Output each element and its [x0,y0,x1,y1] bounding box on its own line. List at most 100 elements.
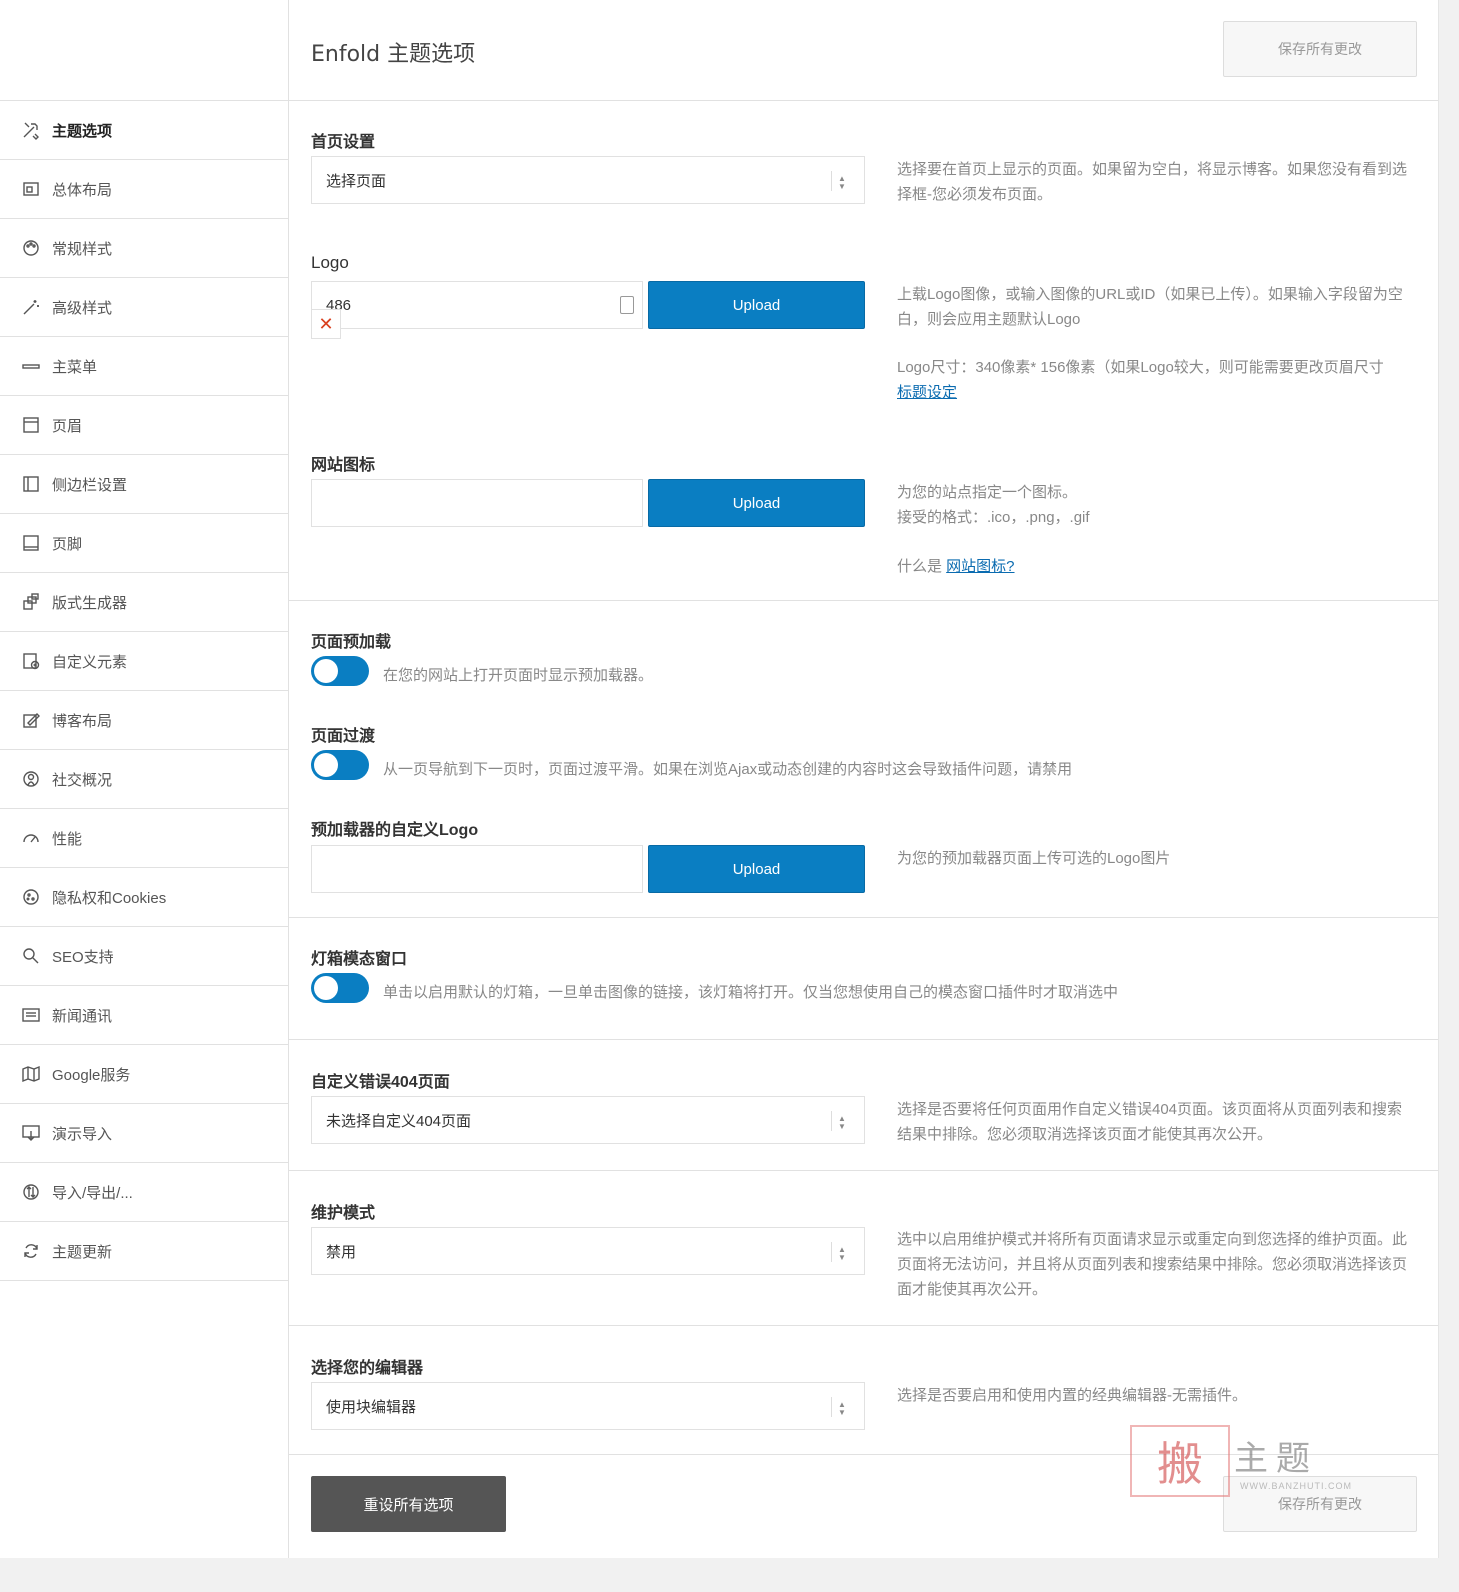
preloader-toggle[interactable] [311,656,369,686]
cookie-icon [20,886,42,908]
tools-icon [20,119,42,141]
frontpage-select[interactable]: 选择页面 ▲ ▼ [311,156,865,204]
sidebar-item-label: 导入/导出/... [52,1184,133,1202]
error404-select[interactable]: 未选择自定义404页面 ▲ ▼ [311,1096,865,1144]
favicon-label: 网站图标 [311,457,376,474]
sidebar-item-label: 性能 [52,830,83,848]
editor-label: 选择您的编辑器 [311,1360,424,1377]
preloader-logo-desc: 为您的预加载器页面上传可选的Logo图片 [897,850,1171,867]
sidebar-item-label: 常规样式 [52,240,113,258]
menu-bar-icon [20,355,42,377]
reset-all-button[interactable]: 重设所有选项 [311,1476,506,1532]
favicon-desc-3: 什么是 网站图标? [897,554,1417,579]
frontpage-desc: 选择要在首页上显示的页面。如果留为空白，将显示博客。如果您没有看到选择框-您必须… [897,161,1408,203]
sidebar-item-label: 演示导入 [52,1125,113,1143]
sidebar-item-label: 主题更新 [52,1243,113,1261]
editor-select[interactable]: 使用块编辑器 ▲ ▼ [311,1382,865,1430]
favicon-input[interactable] [311,479,643,527]
sidebar-item[interactable]: Google服务 [0,1045,288,1104]
toggle-knob [314,659,338,683]
sidebar-item[interactable]: 高级样式 [0,278,288,337]
sidebar-nav: 主题选项总体布局常规样式高级样式 主菜单 页眉侧边栏设置页脚版式生成器自定义元素博客… [0,101,288,1281]
sidebar-item[interactable]: 页眉 [0,396,288,455]
sidebar-item-label: 总体布局 [52,181,113,199]
sidebar-item[interactable]: SEO支持 [0,927,288,986]
watermark-url: WWW.BANZHUTI.COM [1240,1481,1352,1491]
layout-icon [20,178,42,200]
sidebar-item[interactable]: 自定义元素 [0,632,288,691]
palette-icon [20,237,42,259]
blog-icon [20,709,42,731]
lightbox-label: 灯箱模态窗口 [311,951,408,968]
magic-wand-icon [20,296,42,318]
transition-toggle[interactable] [311,750,369,780]
gauge-icon [20,827,42,849]
sidebar-item[interactable]: 新闻通讯 [0,986,288,1045]
sidebar-item[interactable]: 常规样式 [0,219,288,278]
sidebar-item-label: 页脚 [52,535,83,553]
sidebar-item-label: Google服务 [52,1066,131,1084]
select-arrows-icon: ▲ ▼ [831,1242,852,1262]
favicon-upload-button[interactable]: Upload [648,479,865,527]
watermark-text: 主题 [1234,1439,1318,1479]
sidebar-item-label: 博客布局 [52,712,113,730]
favicon-link[interactable]: 网站图标? [946,558,1014,575]
import-export-icon [20,1181,42,1203]
sidebar-item[interactable]: 主题更新 [0,1222,288,1281]
section-maintenance: 维护模式 禁用 ▲ ▼ 选中以启用维护模式并将所有页面请求显示或重定向到您选择的维… [289,1171,1438,1326]
frontpage-select-value: 选择页面 [326,172,387,190]
page-header: Enfold 主题选项 保存所有更改 [289,0,1438,101]
sidebar-item[interactable]: 博客布局 [0,691,288,750]
transition-label: 页面过渡 [311,728,376,745]
select-arrows-icon: ▲ ▼ [831,1111,852,1131]
sidebar-item-label: 侧边栏设置 [52,476,128,494]
logo-link-wrap: 标题设定 [897,380,1417,405]
sidebar-item[interactable]: 性能 [0,809,288,868]
save-all-button-top[interactable]: 保存所有更改 [1223,21,1417,77]
app-window: 主题选项总体布局常规样式高级样式 主菜单 页眉侧边栏设置页脚版式生成器自定义元素博客… [0,0,1439,1558]
sidebar-item[interactable]: 页脚 [0,514,288,573]
watermark-mark: 搬 [1130,1425,1230,1497]
maintenance-desc: 选中以启用维护模式并将所有页面请求显示或重定向到您选择的维护页面。此页面将无法访… [897,1231,1408,1298]
section-basic: 首页设置 选择页面 ▲ ▼ 选择要在首页上显示的页面。如果留为空白，将显示博客。如… [289,101,1438,601]
sidebar-item[interactable]: 隐私权和Cookies [0,868,288,927]
logo-label: Logo [311,253,349,272]
toggle-knob [314,976,338,1000]
sidebar-logo-area [0,0,288,101]
sidebar-item[interactable]: 导入/导出/... [0,1163,288,1222]
logo-upload-button[interactable]: Upload [648,281,865,329]
frontpage-label: 首页设置 [311,134,376,151]
map-icon [20,1063,42,1085]
logo-desc: 上载Logo图像，或输入图像的URL或ID（如果已上传）。如果输入字段留为空白，… [897,282,1417,405]
logo-input[interactable]: 486 [311,281,643,329]
sidebar-item-label: 版式生成器 [52,594,128,612]
maintenance-select[interactable]: 禁用 ▲ ▼ [311,1227,865,1275]
favicon-desc-2: 接受的格式：.ico，.png，.gif [897,509,1090,526]
sidebar-item-label: 自定义元素 [52,653,128,671]
sidebar-item[interactable]: 版式生成器 [0,573,288,632]
error404-desc: 选择是否要将任何页面用作自定义错误404页面。该页面将从页面列表和搜索结果中排除… [897,1101,1403,1143]
header-settings-link[interactable]: 标题设定 [897,384,957,401]
editor-select-value: 使用块编辑器 [326,1398,417,1416]
sidebar-item[interactable]: 演示导入 [0,1104,288,1163]
sidebar-item-label: 社交概况 [52,771,113,789]
section-preloader: 页面预加载 在您的网站上打开页面时显示预加载器。 页面过渡 从一页导航到下一页时… [289,601,1438,918]
watermark-logo: 搬 主题 WWW.BANZHUTI.COM [1130,1425,1360,1497]
lightbox-toggle[interactable] [311,973,369,1003]
header-icon [20,414,42,436]
sidebar-item[interactable]: 总体布局 [0,160,288,219]
sidebar-item-label: 主题选项 [52,122,113,140]
sidebar-item[interactable]: 社交概况 [0,750,288,809]
transition-desc: 从一页导航到下一页时，页面过渡平滑。如果在浏览Ajax或动态创建的内容时这会导致… [383,761,1073,778]
preloader-logo-input[interactable] [311,845,643,893]
clear-logo-button[interactable]: ✕ [311,309,341,339]
sidebar-item[interactable]: 主菜单 [0,337,288,396]
sidebar-item[interactable]: 侧边栏设置 [0,455,288,514]
sidebar-item[interactable]: 主题选项 [0,101,288,160]
preloader-logo-upload-button[interactable]: Upload [648,845,865,893]
sidebar-icon [20,473,42,495]
editor-desc: 选择是否要启用和使用内置的经典编辑器-无需插件。 [897,1387,1247,1404]
custom-element-icon [20,650,42,672]
footer-icon [20,532,42,554]
preloader-label: 页面预加载 [311,634,392,651]
